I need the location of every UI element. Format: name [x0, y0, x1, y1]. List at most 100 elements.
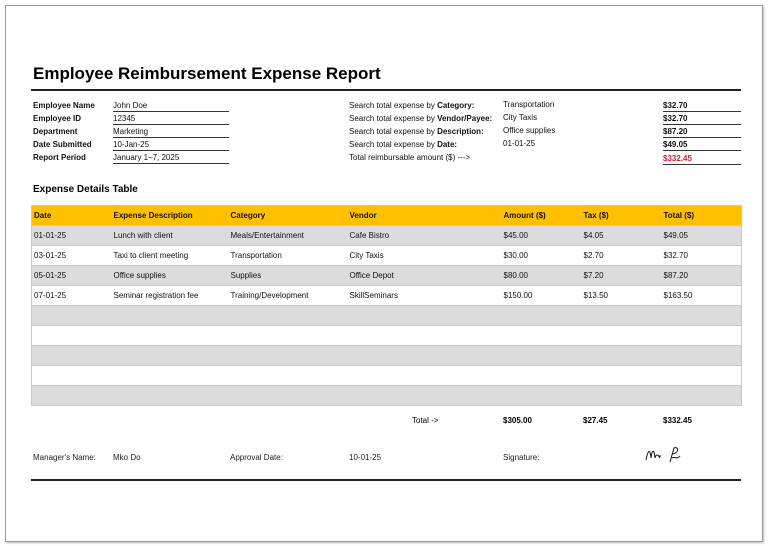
search-key: Description: — [437, 127, 484, 136]
column-header: Amount ($) — [501, 205, 582, 226]
table-cell — [31, 365, 112, 386]
table-cell — [347, 325, 502, 346]
table-cell: Taxi to client meeting — [111, 245, 229, 266]
info-label: Date Submitted — [33, 140, 92, 149]
table-cell — [501, 325, 582, 346]
table-cell — [581, 325, 662, 346]
table-cell — [501, 305, 582, 326]
table-cell — [661, 365, 742, 386]
table-cell — [111, 385, 229, 406]
table-row — [31, 345, 742, 366]
table-cell: $87.20 — [661, 265, 742, 286]
totals-amount: $305.00 — [503, 416, 532, 425]
table-cell — [228, 345, 348, 366]
search-value: Transportation — [503, 100, 555, 109]
table-cell: 07-01-25 — [31, 285, 112, 306]
search-amount: $32.70 — [663, 113, 741, 125]
info-value: 12345 — [113, 113, 229, 125]
info-label: Employee Name — [33, 101, 95, 110]
table-cell: Office Depot — [347, 265, 502, 286]
totals-label: Total -> — [412, 416, 439, 425]
manager-name: Mko Do — [113, 453, 141, 462]
search-key: Category: — [437, 101, 475, 110]
section-title: Expense Details Table — [33, 184, 138, 195]
table-cell — [581, 345, 662, 366]
footer-divider — [31, 479, 741, 481]
table-cell — [501, 385, 582, 406]
info-value: Marketing — [113, 126, 229, 138]
info-label: Employee ID — [33, 114, 82, 123]
table-cell: Supplies — [228, 265, 348, 286]
table-cell — [31, 325, 112, 346]
search-amount: $87.20 — [663, 126, 741, 138]
column-header: Expense Description — [111, 205, 229, 226]
report-title: Employee Reimbursement Expense Report — [33, 64, 381, 83]
table-cell — [111, 345, 229, 366]
table-cell — [581, 385, 662, 406]
approval-date: 10-01-25 — [349, 453, 382, 462]
search-amount: $49.05 — [663, 139, 741, 151]
table-header: Date Expense Description Category Vendor Amo… — [31, 205, 742, 226]
table-cell: Meals/Entertainment — [228, 225, 348, 246]
table-cell: $150.00 — [501, 285, 582, 306]
table-cell — [661, 305, 742, 326]
search-label: Search total expense by Date: — [349, 140, 457, 149]
search-label: Search total expense by Description: — [349, 127, 484, 136]
table-cell — [581, 305, 662, 326]
table-cell: $7.20 — [581, 265, 662, 286]
total-reimbursable-label: Total reimbursable amount ($) ---> — [349, 153, 471, 162]
table-cell — [661, 325, 742, 346]
table-cell — [347, 365, 502, 386]
search-prefix: Search total expense by — [349, 140, 438, 149]
table-cell — [111, 305, 229, 326]
table-cell: Lunch with client — [111, 225, 229, 246]
info-value: 10-Jan-25 — [113, 139, 229, 151]
table-cell: Transportation — [228, 245, 348, 266]
table-cell — [31, 305, 112, 326]
table-cell: Training/Development — [228, 285, 348, 306]
table-cell: $45.00 — [501, 225, 582, 246]
search-value: City Taxis — [503, 113, 538, 122]
column-header: Total ($) — [661, 205, 742, 226]
table-cell: Office supplies — [111, 265, 229, 286]
table-cell: $30.00 — [501, 245, 582, 266]
table-cell — [501, 345, 582, 366]
report-page: Employee Reimbursement Expense Report Em… — [0, 0, 768, 546]
search-label: Search total expense by Vendor/Payee: — [349, 114, 492, 123]
search-amount: $32.70 — [663, 100, 741, 112]
table-cell — [111, 325, 229, 346]
column-header: Date — [31, 205, 112, 226]
signature-label: Signature: — [503, 453, 540, 462]
table-cell — [501, 365, 582, 386]
search-prefix: Search total expense by — [349, 101, 438, 110]
table-cell — [31, 345, 112, 366]
table-row — [31, 325, 742, 346]
table-row: 05-01-25 Office supplies Supplies Office De… — [31, 265, 742, 286]
table-cell: 01-01-25 — [31, 225, 112, 246]
table-cell — [228, 365, 348, 386]
search-key: Date: — [437, 140, 458, 149]
table-cell: $163.50 — [661, 285, 742, 306]
table-cell: City Taxis — [347, 245, 502, 266]
table-cell: $49.05 — [661, 225, 742, 246]
table-cell — [661, 385, 742, 406]
table-row — [31, 305, 742, 326]
search-value: Office supplies — [503, 126, 556, 135]
table-row — [31, 385, 742, 406]
column-header: Category — [228, 205, 348, 226]
table-cell: 05-01-25 — [31, 265, 112, 286]
total-reimbursable-amount: $332.45 — [663, 153, 741, 165]
table-cell — [228, 325, 348, 346]
table-cell: $80.00 — [501, 265, 582, 286]
search-label: Search total expense by Category: — [349, 101, 474, 110]
table-cell: $2.70 — [581, 245, 662, 266]
title-divider — [31, 89, 741, 91]
manager-label: Manager's Name: — [33, 453, 96, 462]
table-cell: Seminar registration fee — [111, 285, 229, 306]
table-cell: Cafe Bistro — [347, 225, 502, 246]
search-key: Vendor/Payee: — [437, 114, 493, 123]
signature-image — [645, 447, 681, 463]
totals-total: $332.45 — [663, 416, 692, 425]
table-row: 03-01-25 Taxi to client meeting Transporta… — [31, 245, 742, 266]
table-row: 01-01-25 Lunch with client Meals/Entertain… — [31, 225, 742, 246]
